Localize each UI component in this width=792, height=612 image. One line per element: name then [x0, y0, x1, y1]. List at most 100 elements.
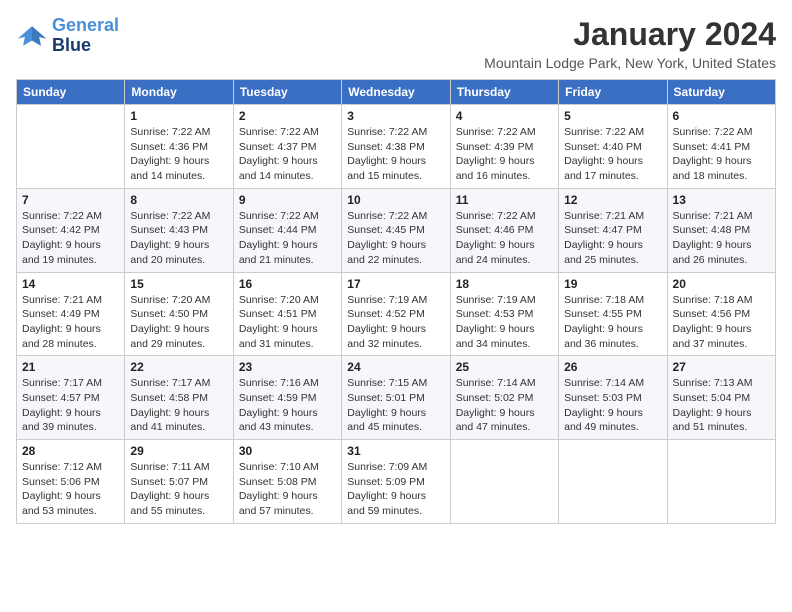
logo: GeneralBlue [16, 16, 119, 56]
calendar-cell: 26Sunrise: 7:14 AMSunset: 5:03 PMDayligh… [559, 356, 667, 440]
day-number: 24 [347, 360, 444, 374]
month-title: January 2024 [484, 16, 776, 53]
calendar-cell: 11 Sunrise: 7:22 AMSunset: 4:46 PMDayligh… [450, 188, 558, 272]
day-number: 26 [564, 360, 661, 374]
calendar-cell: 16 Sunrise: 7:20 AMSunset: 4:51 PMDayligh… [233, 272, 341, 356]
day-info: Sunrise: 7:22 AMSunset: 4:40 PMDaylight:… [564, 125, 661, 184]
calendar-cell: 24 Sunrise: 7:15 AMSunset: 5:01 PMDayligh… [342, 356, 450, 440]
day-info: Sunrise: 7:09 AMSunset: 5:09 PMDaylight:… [347, 460, 444, 519]
calendar-cell: 9 Sunrise: 7:22 AMSunset: 4:44 PMDaylight… [233, 188, 341, 272]
calendar-cell: 18 Sunrise: 7:19 AMSunset: 4:53 PMDayligh… [450, 272, 558, 356]
day-info: Sunrise: 7:19 AMSunset: 4:52 PMDaylight:… [347, 293, 444, 352]
day-number: 21 [22, 360, 119, 374]
day-number: 9 [239, 193, 336, 207]
day-number: 6 [673, 109, 770, 123]
calendar-cell: 4Sunrise: 7:22 AMSunset: 4:39 PMDaylight… [450, 105, 558, 189]
day-info: Sunrise: 7:13 AMSunset: 5:04 PMDaylight:… [673, 376, 770, 435]
day-info: Sunrise: 7:22 AMSunset: 4:37 PMDaylight:… [239, 125, 336, 184]
calendar-cell: 3Sunrise: 7:22 AMSunset: 4:38 PMDaylight… [342, 105, 450, 189]
day-number: 20 [673, 277, 770, 291]
calendar-header-row: SundayMondayTuesdayWednesdayThursdayFrid… [17, 80, 776, 105]
day-info: Sunrise: 7:17 AMSunset: 4:58 PMDaylight:… [130, 376, 227, 435]
calendar-cell: 10Sunrise: 7:22 AMSunset: 4:45 PMDayligh… [342, 188, 450, 272]
calendar-cell: 31Sunrise: 7:09 AMSunset: 5:09 PMDayligh… [342, 440, 450, 524]
calendar-week-1: 1 Sunrise: 7:22 AMSunset: 4:36 PMDaylight… [17, 105, 776, 189]
location-subtitle: Mountain Lodge Park, New York, United St… [484, 55, 776, 71]
calendar-cell: 5Sunrise: 7:22 AMSunset: 4:40 PMDaylight… [559, 105, 667, 189]
calendar-cell: 13 Sunrise: 7:21 AMSunset: 4:48 PMDayligh… [667, 188, 775, 272]
calendar-cell: 14Sunrise: 7:21 AMSunset: 4:49 PMDayligh… [17, 272, 125, 356]
calendar-cell: 28 Sunrise: 7:12 AMSunset: 5:06 PMDayligh… [17, 440, 125, 524]
day-number: 14 [22, 277, 119, 291]
calendar-week-3: 14Sunrise: 7:21 AMSunset: 4:49 PMDayligh… [17, 272, 776, 356]
day-info: Sunrise: 7:20 AMSunset: 4:50 PMDaylight:… [130, 293, 227, 352]
column-header-friday: Friday [559, 80, 667, 105]
calendar-cell [667, 440, 775, 524]
calendar-cell: 21Sunrise: 7:17 AMSunset: 4:57 PMDayligh… [17, 356, 125, 440]
day-info: Sunrise: 7:16 AMSunset: 4:59 PMDaylight:… [239, 376, 336, 435]
day-info: Sunrise: 7:21 AMSunset: 4:47 PMDaylight:… [564, 209, 661, 268]
calendar-cell: 7Sunrise: 7:22 AMSunset: 4:42 PMDaylight… [17, 188, 125, 272]
day-number: 17 [347, 277, 444, 291]
day-number: 12 [564, 193, 661, 207]
calendar-cell: 15 Sunrise: 7:20 AMSunset: 4:50 PMDayligh… [125, 272, 233, 356]
logo-text: GeneralBlue [52, 16, 119, 56]
column-header-wednesday: Wednesday [342, 80, 450, 105]
day-info: Sunrise: 7:12 AMSunset: 5:06 PMDaylight:… [22, 460, 119, 519]
day-number: 8 [130, 193, 227, 207]
day-number: 27 [673, 360, 770, 374]
day-number: 30 [239, 444, 336, 458]
column-header-monday: Monday [125, 80, 233, 105]
calendar-cell: 27 Sunrise: 7:13 AMSunset: 5:04 PMDayligh… [667, 356, 775, 440]
day-info: Sunrise: 7:22 AMSunset: 4:46 PMDaylight:… [456, 209, 553, 268]
day-number: 13 [673, 193, 770, 207]
calendar-cell: 22Sunrise: 7:17 AMSunset: 4:58 PMDayligh… [125, 356, 233, 440]
day-number: 15 [130, 277, 227, 291]
day-info: Sunrise: 7:14 AMSunset: 5:02 PMDaylight:… [456, 376, 553, 435]
day-number: 11 [456, 193, 553, 207]
title-block: January 2024 Mountain Lodge Park, New Yo… [484, 16, 776, 71]
day-info: Sunrise: 7:22 AMSunset: 4:41 PMDaylight:… [673, 125, 770, 184]
day-info: Sunrise: 7:20 AMSunset: 4:51 PMDaylight:… [239, 293, 336, 352]
calendar-cell: 19 Sunrise: 7:18 AMSunset: 4:55 PMDayligh… [559, 272, 667, 356]
calendar-cell: 1 Sunrise: 7:22 AMSunset: 4:36 PMDaylight… [125, 105, 233, 189]
day-info: Sunrise: 7:18 AMSunset: 4:55 PMDaylight:… [564, 293, 661, 352]
calendar-table: SundayMondayTuesdayWednesdayThursdayFrid… [16, 79, 776, 524]
day-info: Sunrise: 7:11 AMSunset: 5:07 PMDaylight:… [130, 460, 227, 519]
column-header-sunday: Sunday [17, 80, 125, 105]
day-number: 18 [456, 277, 553, 291]
day-number: 28 [22, 444, 119, 458]
day-number: 25 [456, 360, 553, 374]
page-header: GeneralBlue January 2024 Mountain Lodge … [16, 16, 776, 71]
calendar-cell: 8Sunrise: 7:22 AMSunset: 4:43 PMDaylight… [125, 188, 233, 272]
calendar-week-2: 7Sunrise: 7:22 AMSunset: 4:42 PMDaylight… [17, 188, 776, 272]
day-info: Sunrise: 7:10 AMSunset: 5:08 PMDaylight:… [239, 460, 336, 519]
day-info: Sunrise: 7:15 AMSunset: 5:01 PMDaylight:… [347, 376, 444, 435]
day-number: 2 [239, 109, 336, 123]
day-number: 29 [130, 444, 227, 458]
day-number: 7 [22, 193, 119, 207]
calendar-cell: 25 Sunrise: 7:14 AMSunset: 5:02 PMDayligh… [450, 356, 558, 440]
day-info: Sunrise: 7:19 AMSunset: 4:53 PMDaylight:… [456, 293, 553, 352]
column-header-tuesday: Tuesday [233, 80, 341, 105]
column-header-thursday: Thursday [450, 80, 558, 105]
calendar-cell [17, 105, 125, 189]
day-info: Sunrise: 7:22 AMSunset: 4:45 PMDaylight:… [347, 209, 444, 268]
calendar-cell: 2 Sunrise: 7:22 AMSunset: 4:37 PMDaylight… [233, 105, 341, 189]
day-info: Sunrise: 7:22 AMSunset: 4:44 PMDaylight:… [239, 209, 336, 268]
day-info: Sunrise: 7:21 AMSunset: 4:48 PMDaylight:… [673, 209, 770, 268]
calendar-cell: 17 Sunrise: 7:19 AMSunset: 4:52 PMDayligh… [342, 272, 450, 356]
day-info: Sunrise: 7:22 AMSunset: 4:36 PMDaylight:… [130, 125, 227, 184]
day-number: 16 [239, 277, 336, 291]
calendar-cell [559, 440, 667, 524]
calendar-week-4: 21Sunrise: 7:17 AMSunset: 4:57 PMDayligh… [17, 356, 776, 440]
day-info: Sunrise: 7:18 AMSunset: 4:56 PMDaylight:… [673, 293, 770, 352]
day-info: Sunrise: 7:22 AMSunset: 4:38 PMDaylight:… [347, 125, 444, 184]
calendar-cell: 30 Sunrise: 7:10 AMSunset: 5:08 PMDayligh… [233, 440, 341, 524]
day-number: 19 [564, 277, 661, 291]
calendar-week-5: 28 Sunrise: 7:12 AMSunset: 5:06 PMDayligh… [17, 440, 776, 524]
calendar-cell: 20 Sunrise: 7:18 AMSunset: 4:56 PMDayligh… [667, 272, 775, 356]
calendar-cell [450, 440, 558, 524]
day-number: 1 [130, 109, 227, 123]
calendar-cell: 23Sunrise: 7:16 AMSunset: 4:59 PMDayligh… [233, 356, 341, 440]
